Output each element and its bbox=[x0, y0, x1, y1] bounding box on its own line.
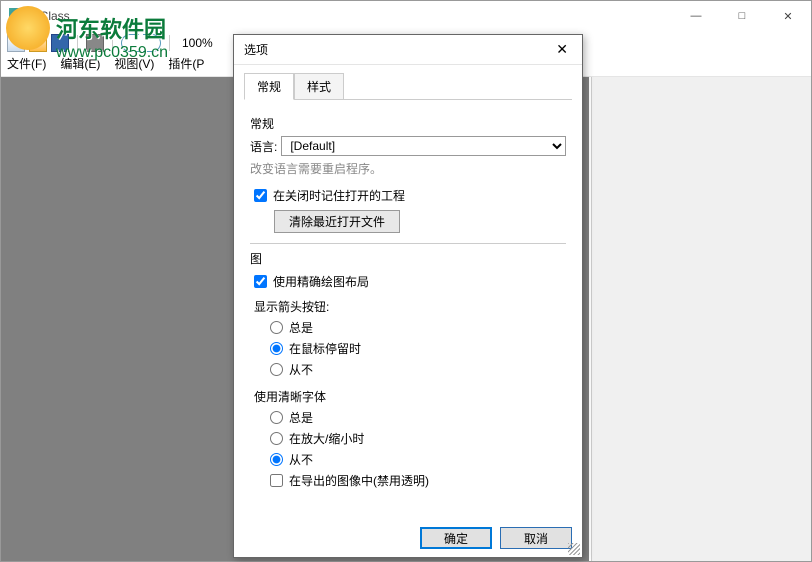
new-icon[interactable] bbox=[7, 34, 25, 52]
zoom-value[interactable]: 100% bbox=[182, 36, 213, 50]
open-icon[interactable] bbox=[29, 34, 47, 52]
separator bbox=[112, 35, 113, 51]
menu-plugin[interactable]: 插件(P bbox=[168, 55, 204, 76]
font-zoom-radio[interactable] bbox=[270, 432, 283, 445]
window-controls: — □ ✕ bbox=[673, 1, 811, 31]
disable-transparency-label: 在导出的图像中(禁用透明) bbox=[289, 472, 429, 489]
resize-grip[interactable] bbox=[568, 543, 580, 555]
options-dialog: 选项 ✕ 常规 样式 常规 语言: [Default] 改变语言需要重启程序。 … bbox=[233, 34, 583, 558]
font-group-title: 使用清晰字体 bbox=[254, 388, 566, 405]
arrow-always-radio[interactable] bbox=[270, 321, 283, 334]
ok-button[interactable]: 确定 bbox=[420, 527, 492, 549]
menu-view[interactable]: 视图(V) bbox=[114, 55, 154, 76]
menu-edit[interactable]: 编辑(E) bbox=[60, 55, 100, 76]
dialog-footer: 确定 取消 bbox=[420, 527, 572, 549]
dialog-title: 选项 bbox=[244, 41, 268, 58]
minimize-button[interactable]: — bbox=[673, 1, 719, 31]
disable-transparency-checkbox[interactable] bbox=[270, 474, 283, 487]
close-button[interactable]: ✕ bbox=[765, 1, 811, 31]
arrow-hover-label: 在鼠标停留时 bbox=[289, 340, 361, 357]
clear-recent-button[interactable]: 清除最近打开文件 bbox=[274, 210, 400, 233]
arrow-never-radio[interactable] bbox=[270, 363, 283, 376]
arrow-group-title: 显示箭头按钮: bbox=[254, 298, 566, 315]
precise-layout-checkbox[interactable] bbox=[254, 275, 267, 288]
window-title: NClass bbox=[31, 9, 70, 23]
undo-icon[interactable] bbox=[121, 34, 139, 52]
remember-checkbox[interactable] bbox=[254, 189, 267, 202]
app-icon bbox=[9, 8, 25, 24]
dialog-titlebar: 选项 ✕ bbox=[234, 35, 582, 65]
separator bbox=[169, 35, 170, 51]
maximize-button[interactable]: □ bbox=[719, 1, 765, 31]
section-diagram-title: 图 bbox=[250, 250, 566, 267]
dialog-body: 常规 语言: [Default] 改变语言需要重启程序。 在关闭时记住打开的工程… bbox=[234, 101, 582, 501]
menu-file[interactable]: 文件(F) bbox=[7, 55, 46, 76]
arrow-never-label: 从不 bbox=[289, 361, 313, 378]
titlebar: NClass — □ ✕ bbox=[1, 1, 811, 31]
remember-label: 在关闭时记住打开的工程 bbox=[273, 187, 405, 204]
font-never-label: 从不 bbox=[289, 451, 313, 468]
print-icon[interactable] bbox=[86, 34, 104, 52]
language-hint: 改变语言需要重启程序。 bbox=[250, 160, 566, 177]
tab-style[interactable]: 样式 bbox=[294, 73, 344, 100]
font-zoom-label: 在放大/缩小时 bbox=[289, 430, 364, 447]
precise-layout-label: 使用精确绘图布局 bbox=[273, 273, 369, 290]
language-select[interactable]: [Default] bbox=[281, 136, 566, 156]
separator bbox=[250, 243, 566, 244]
font-always-radio[interactable] bbox=[270, 411, 283, 424]
redo-icon[interactable] bbox=[143, 34, 161, 52]
save-icon[interactable] bbox=[51, 34, 69, 52]
cancel-button[interactable]: 取消 bbox=[500, 527, 572, 549]
language-label: 语言: bbox=[250, 138, 277, 155]
separator bbox=[77, 35, 78, 51]
tab-general[interactable]: 常规 bbox=[244, 73, 294, 100]
sidebar bbox=[591, 77, 811, 561]
font-always-label: 总是 bbox=[289, 409, 313, 426]
arrow-always-label: 总是 bbox=[289, 319, 313, 336]
tab-strip: 常规 样式 bbox=[234, 65, 582, 100]
font-never-radio[interactable] bbox=[270, 453, 283, 466]
arrow-hover-radio[interactable] bbox=[270, 342, 283, 355]
dialog-close-button[interactable]: ✕ bbox=[550, 41, 574, 58]
section-general-title: 常规 bbox=[250, 115, 566, 132]
